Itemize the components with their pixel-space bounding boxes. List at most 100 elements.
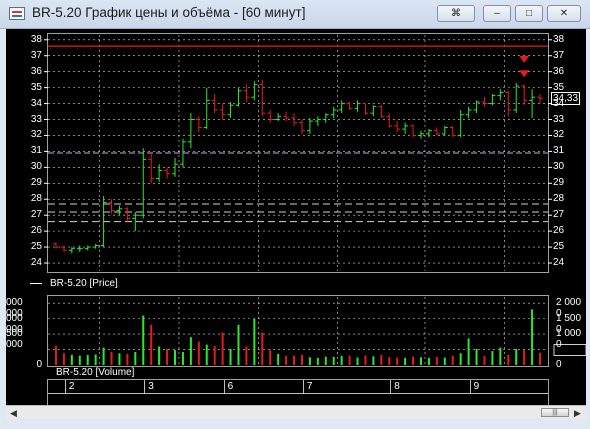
close-button[interactable]: ✕ (547, 5, 581, 22)
volume-bar (118, 353, 121, 365)
price-tick-label-left: 36 (30, 65, 42, 77)
volume-bar (316, 357, 319, 365)
price-tick-label-left: 28 (30, 193, 42, 205)
title-bar[interactable]: BR-5.20 График цены и объёма - [60 минут… (0, 0, 590, 29)
volume-bar (515, 348, 518, 365)
volume-bar (388, 356, 391, 365)
pin-button[interactable]: ⌘ (437, 5, 475, 22)
time-axis-separator (390, 380, 392, 393)
volume-bar (499, 347, 502, 365)
price-tick-label-right: 26 (553, 225, 565, 237)
volume-tick-label-left: 500 000 (6, 328, 23, 351)
price-tick-label-left: 37 (30, 49, 42, 61)
minimize-button[interactable]: – (483, 5, 511, 22)
time-axis-separator (144, 380, 146, 393)
volume-bar (86, 355, 89, 365)
time-axis-separator (223, 380, 225, 393)
volume-bar (237, 324, 240, 365)
volume-bar (174, 350, 176, 365)
volume-bar (285, 355, 288, 365)
signal-marker-icon (519, 70, 530, 78)
price-tick-label-left: 33 (30, 113, 42, 125)
price-tick-label-left: 24 (30, 257, 42, 269)
price-tick-label-right: 32 (553, 129, 565, 141)
price-legend-label: BR-5.20 [Price] (50, 278, 118, 289)
volume-tick-label-right: 0 (556, 359, 562, 370)
volume-bar (126, 353, 129, 365)
volume-bar (300, 354, 303, 365)
volume-bar (443, 357, 446, 365)
price-tick-label-left: 32 (30, 129, 42, 141)
volume-bar (134, 352, 137, 365)
volume-bar (483, 355, 486, 365)
price-tick-label-right: 30 (553, 161, 565, 173)
chart-app-icon (9, 7, 25, 20)
maximize-button[interactable]: □ (515, 5, 543, 22)
chart-area[interactable]: 34,33 BR-5.20 [Price] BR-5.20 [Volume] 2… (6, 29, 586, 417)
volume-bar (229, 348, 232, 365)
price-tick-label-left: 29 (30, 177, 42, 189)
window-title: BR-5.20 График цены и объёма - [60 минут… (32, 5, 306, 20)
price-tick-label-right: 27 (553, 209, 565, 221)
time-axis-separator (302, 380, 304, 393)
time-axis-label: 9 (473, 381, 480, 392)
volume-bar (507, 354, 510, 365)
volume-bar (142, 315, 145, 365)
window-bottom-border (0, 419, 590, 429)
scroll-right-arrow-icon[interactable]: ▶ (574, 408, 581, 419)
volume-bar (277, 353, 280, 365)
volume-bar (269, 350, 272, 365)
volume-bar (348, 355, 351, 365)
price-tick-label-left: 25 (30, 241, 42, 253)
volume-bar (150, 324, 153, 365)
chart-window: BR-5.20 График цены и объёма - [60 минут… (0, 0, 590, 429)
time-axis-divider (48, 393, 548, 394)
time-axis-label: 2 (68, 381, 75, 392)
volume-legend: BR-5.20 [Volume] (56, 367, 135, 378)
price-volume-chart[interactable] (6, 29, 586, 399)
price-tick-label-right: 37 (553, 49, 565, 61)
volume-bar (197, 341, 200, 365)
price-legend-swatch (30, 282, 42, 284)
volume-bar (412, 356, 415, 365)
volume-tick-label-left: 0 (36, 359, 42, 370)
volume-bar (523, 350, 526, 365)
volume-bar (308, 357, 311, 365)
volume-bar (475, 348, 478, 365)
scroll-thumb[interactable]: ||| (541, 408, 569, 417)
volume-bar (372, 356, 375, 365)
volume-bar (94, 354, 97, 365)
time-axis-label: 8 (394, 381, 400, 392)
volume-bar (245, 346, 248, 365)
volume-bar (213, 345, 216, 365)
volume-bar (78, 355, 81, 365)
volume-bar (70, 354, 73, 365)
volume-bar (62, 353, 65, 365)
volume-bar (221, 332, 224, 365)
volume-bar (364, 355, 367, 365)
volume-bar (356, 357, 359, 365)
time-axis-label: 7 (306, 381, 313, 392)
volume-bar (332, 356, 335, 365)
volume-bar (404, 357, 407, 365)
signal-marker-icon (519, 55, 530, 63)
volume-bar (205, 344, 208, 365)
volume-bar (427, 357, 430, 365)
volume-bar (396, 357, 399, 365)
volume-bar (324, 356, 327, 365)
volume-bar (110, 352, 113, 365)
volume-bar (467, 338, 470, 365)
price-tick-label-left: 35 (30, 81, 42, 93)
scroll-left-arrow-icon[interactable]: ◀ (10, 408, 17, 419)
volume-bar (435, 356, 438, 365)
price-tick-label-right: 29 (553, 177, 565, 189)
volume-bar (420, 357, 422, 365)
price-tick-label-right: 34 (553, 97, 565, 109)
price-tick-label-left: 26 (30, 225, 42, 237)
volume-bar (539, 352, 542, 365)
horizontal-scrollbar[interactable]: ◀ ||| ▶ (6, 405, 586, 420)
volume-bar (166, 348, 169, 365)
volume-bar (189, 337, 192, 365)
volume-bar (531, 309, 534, 365)
volume-tick-label-right: 1 000 0 (556, 328, 582, 351)
